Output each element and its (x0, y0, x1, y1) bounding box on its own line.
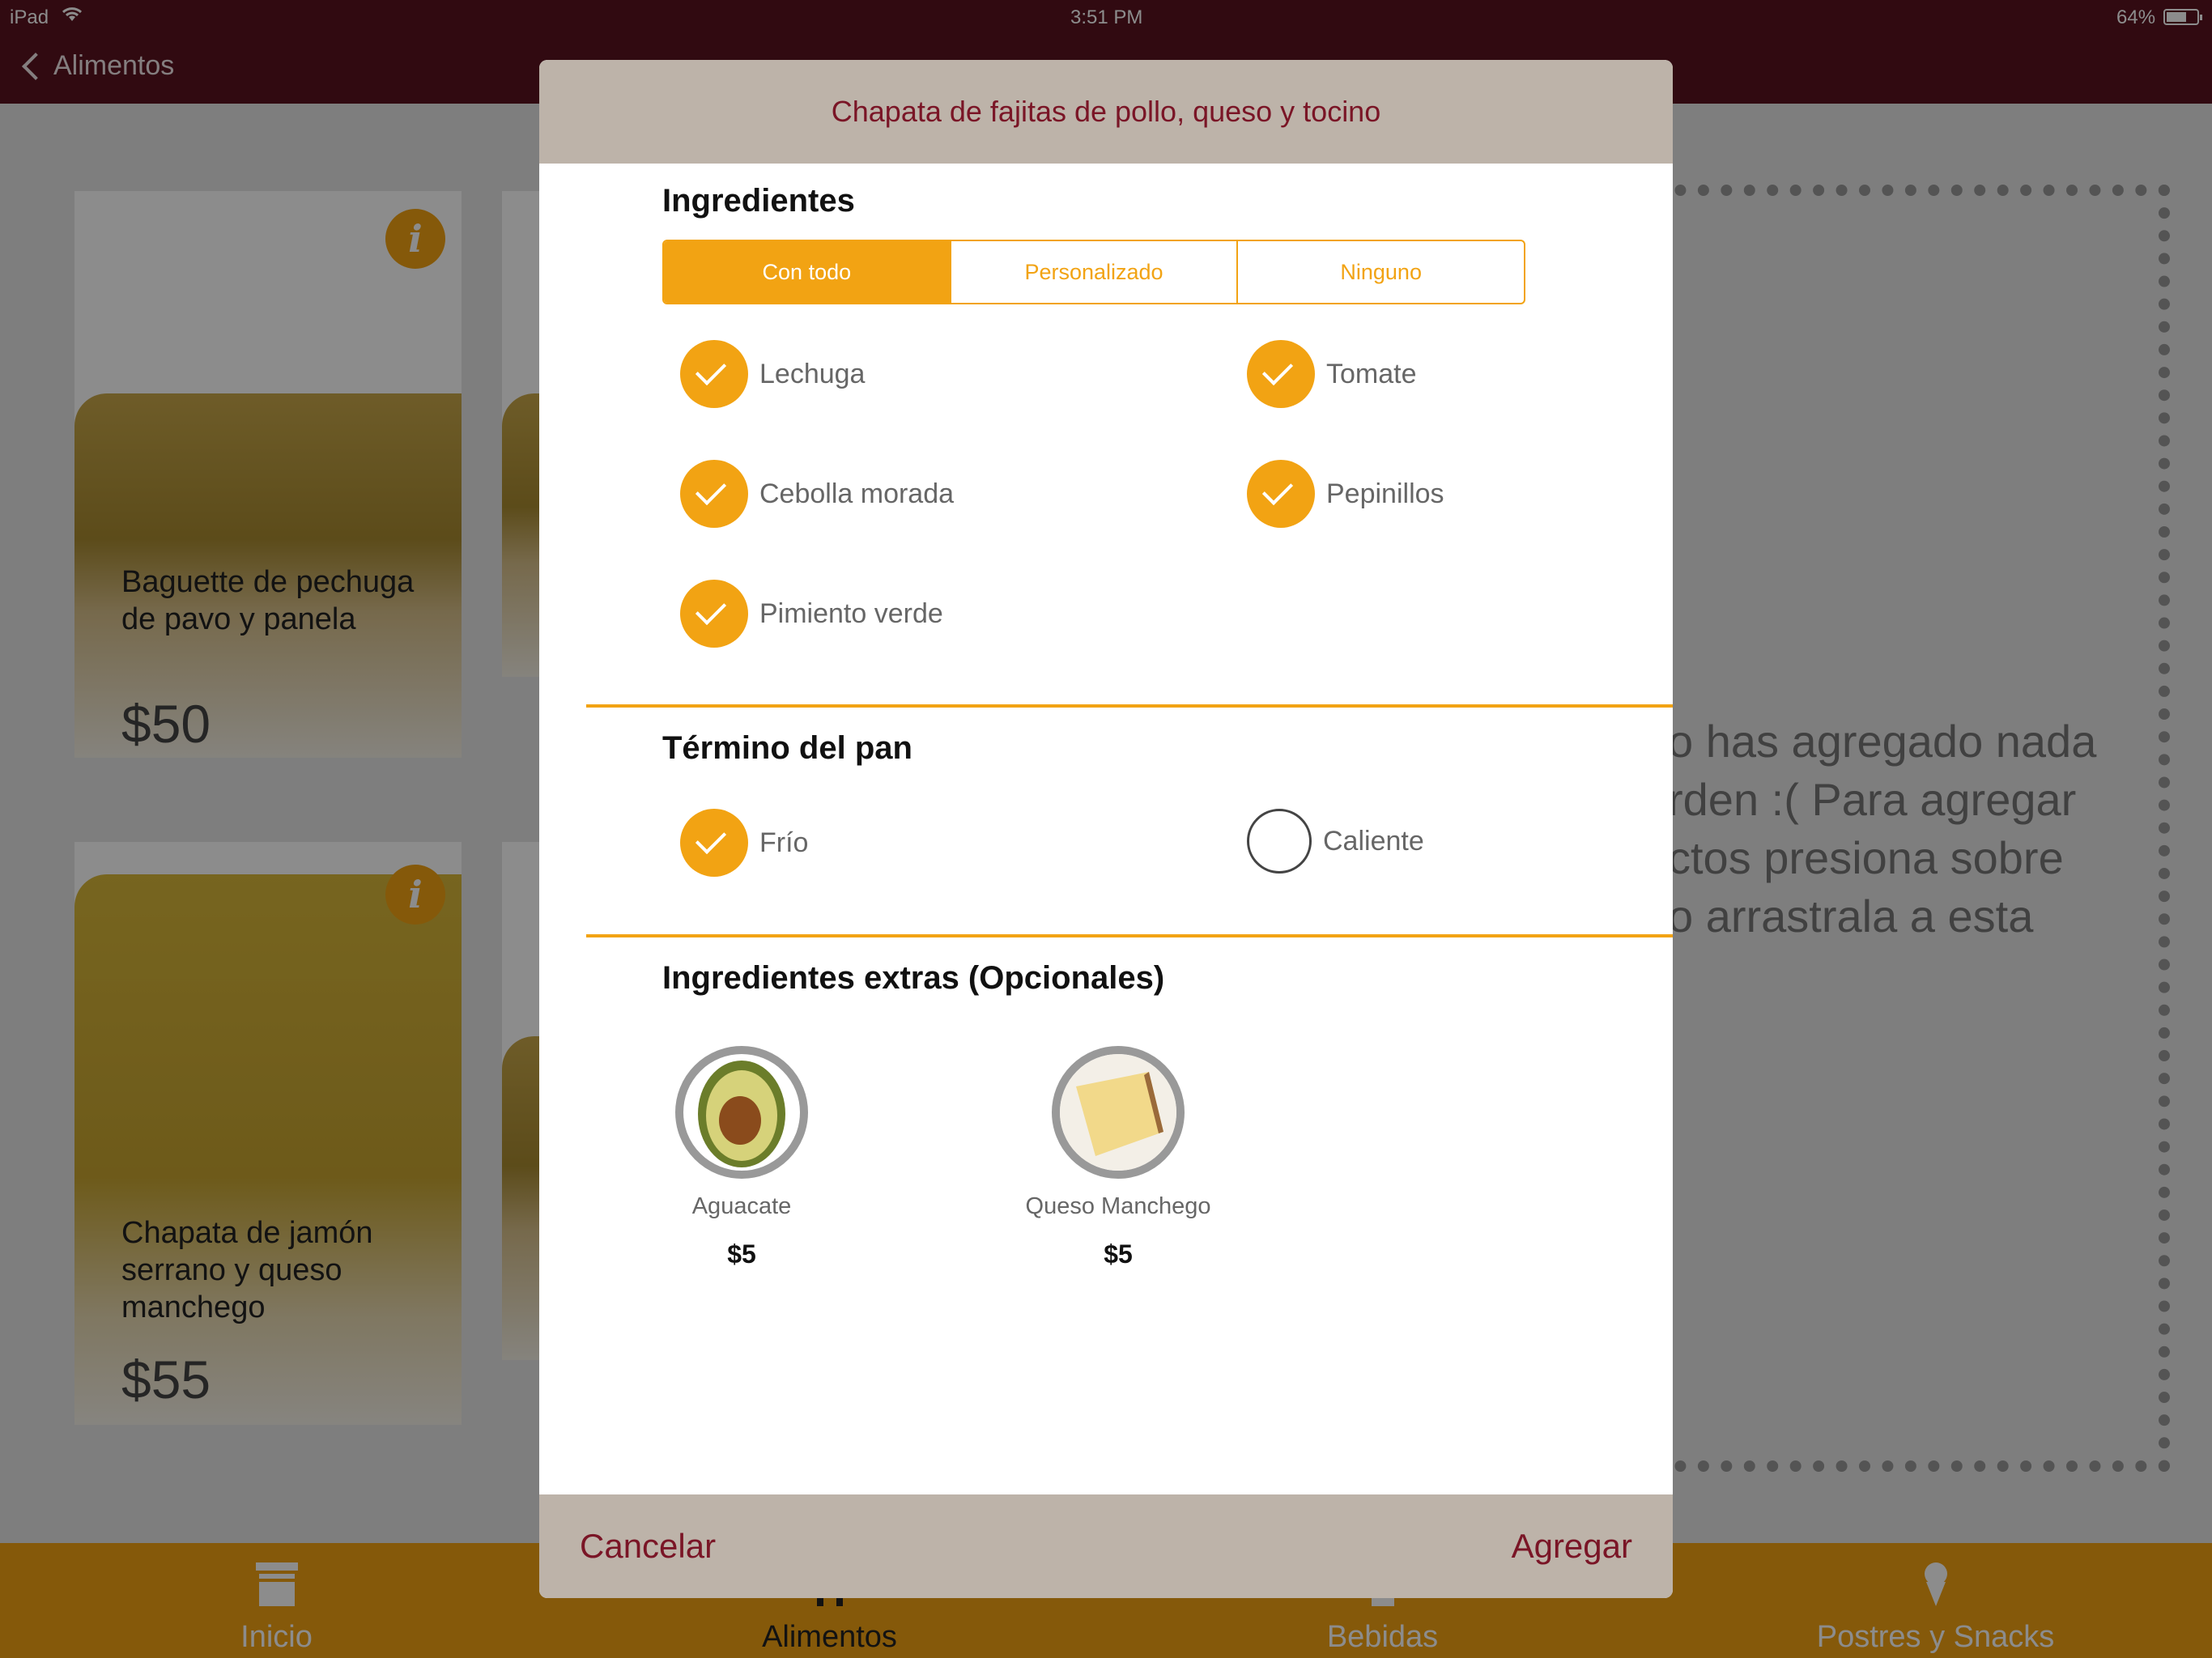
extra-aguacate[interactable]: Aguacate $5 (636, 1046, 847, 1269)
ingredients-heading: Ingredientes (662, 183, 855, 219)
checkmark-icon (680, 580, 748, 648)
segment-personalizado[interactable]: Personalizado (951, 241, 1239, 303)
add-button[interactable]: Agregar (1512, 1527, 1632, 1566)
bread-option-label: Caliente (1323, 825, 1424, 857)
ingredient-label: Pimiento verde (759, 597, 943, 629)
ingredient-label: Pepinillos (1326, 478, 1444, 509)
cancel-button[interactable]: Cancelar (580, 1527, 716, 1566)
ingredient-label: Cebolla morada (759, 478, 955, 509)
ingredient-label: Lechuga (759, 358, 866, 389)
radio-empty-icon (1247, 809, 1312, 874)
extra-name: Queso Manchego (1025, 1193, 1211, 1219)
ingredient-pimiento-verde[interactable]: Pimiento verde (680, 580, 943, 648)
ingredient-lechuga[interactable]: Lechuga (680, 340, 865, 408)
checkmark-icon (1247, 460, 1315, 528)
modal-title: Chapata de fajitas de pollo, queso y toc… (539, 60, 1673, 164)
checkmark-icon (1247, 340, 1315, 408)
customize-item-modal: Chapata de fajitas de pollo, queso y toc… (539, 60, 1673, 1598)
modal-footer: Cancelar Agregar (539, 1494, 1673, 1598)
bread-heading: Término del pan (662, 730, 912, 766)
ingredient-tomate[interactable]: Tomate (1247, 340, 1417, 408)
ingredients-segmented-control[interactable]: Con todo Personalizado Ninguno (662, 240, 1525, 304)
checkmark-icon (680, 460, 748, 528)
section-divider (586, 934, 1673, 937)
bread-option-caliente[interactable]: Caliente (1247, 809, 1424, 874)
avocado-icon (675, 1046, 808, 1179)
extra-price: $5 (1104, 1239, 1133, 1269)
ingredient-cebolla-morada[interactable]: Cebolla morada (680, 460, 954, 528)
bread-option-frio[interactable]: Frío (680, 809, 808, 877)
checkmark-icon (680, 340, 748, 408)
cheese-icon (1052, 1046, 1185, 1179)
segment-con-todo[interactable]: Con todo (664, 241, 951, 303)
extras-heading: Ingredientes extras (Opcionales) (662, 960, 1165, 996)
ingredient-pepinillos[interactable]: Pepinillos (1247, 460, 1444, 528)
extra-name: Aguacate (691, 1193, 792, 1219)
ingredient-label: Tomate (1326, 358, 1417, 389)
segment-ninguno[interactable]: Ninguno (1238, 241, 1524, 303)
extra-price: $5 (727, 1239, 756, 1269)
bread-option-label: Frío (759, 827, 809, 858)
checkmark-icon (680, 809, 748, 877)
extra-queso-manchego[interactable]: Queso Manchego $5 (997, 1046, 1240, 1269)
section-divider (586, 704, 1673, 708)
